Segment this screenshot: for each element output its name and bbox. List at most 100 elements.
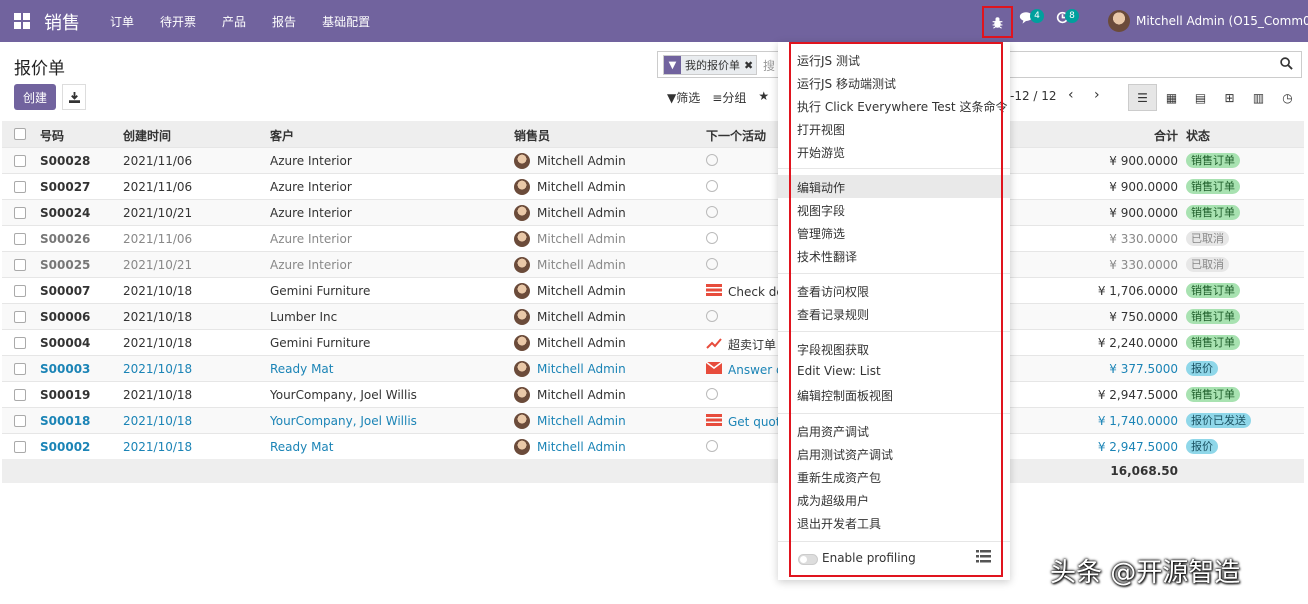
menu-to-invoice[interactable]: 待开票 bbox=[160, 13, 196, 30]
menu-reporting[interactable]: 报告 bbox=[272, 13, 296, 30]
col-salesperson[interactable]: 销售员 bbox=[514, 127, 550, 144]
clock-icon[interactable] bbox=[706, 440, 718, 452]
order-number: S00027 bbox=[40, 180, 91, 194]
debug-menu-item[interactable]: 重新生成资产包 bbox=[797, 469, 881, 486]
debug-menu-item[interactable]: 打开视图 bbox=[797, 121, 845, 138]
col-number[interactable]: 号码 bbox=[40, 127, 64, 144]
pager-previous-icon[interactable]: ‹ bbox=[1068, 87, 1074, 103]
list-icon[interactable] bbox=[706, 284, 722, 299]
col-created[interactable]: 创建时间 bbox=[123, 127, 171, 144]
row-checkbox[interactable] bbox=[14, 233, 26, 245]
pivot-view-icon[interactable]: ⊞ bbox=[1215, 84, 1244, 111]
clock-icon[interactable] bbox=[706, 154, 718, 166]
debug-menu-item[interactable]: 编辑动作 bbox=[797, 179, 845, 196]
facet-remove-icon[interactable]: ✖ bbox=[744, 59, 756, 72]
menu-configuration[interactable]: 基础配置 bbox=[322, 13, 370, 30]
clock-icon[interactable] bbox=[706, 206, 718, 218]
search-facet[interactable]: ▼ 我的报价单 ✖ bbox=[663, 55, 758, 75]
table-row[interactable]: S00027 2021/11/06 Azure Interior Mitchel… bbox=[2, 173, 1304, 199]
favorites-button[interactable]: ★ bbox=[758, 89, 769, 106]
total: ¥ 900.0000 bbox=[1109, 154, 1178, 168]
salesperson: Mitchell Admin bbox=[514, 257, 626, 273]
pager-next-icon[interactable]: › bbox=[1094, 87, 1100, 103]
table-row[interactable]: S00024 2021/10/21 Azure Interior Mitchel… bbox=[2, 199, 1304, 225]
list-icon[interactable] bbox=[976, 550, 991, 563]
order-number: S00024 bbox=[40, 206, 91, 220]
clock-icon[interactable] bbox=[706, 310, 718, 322]
debug-menu-item[interactable]: 技术性翻译 bbox=[797, 248, 857, 265]
status-badge: 已取消 bbox=[1186, 256, 1229, 272]
col-total[interactable]: 合计 bbox=[1002, 127, 1178, 144]
row-checkbox[interactable] bbox=[14, 337, 26, 349]
col-next-activity[interactable]: 下一个活动 bbox=[706, 127, 766, 144]
debug-menu-item[interactable]: 启用资产调试 bbox=[797, 423, 869, 440]
table-row[interactable]: S00004 2021/10/18 Gemini Furniture Mitch… bbox=[2, 329, 1304, 355]
profiling-toggle[interactable] bbox=[798, 554, 818, 565]
debug-bug-button[interactable] bbox=[982, 6, 1013, 38]
select-all-checkbox[interactable] bbox=[14, 128, 26, 140]
row-checkbox[interactable] bbox=[14, 415, 26, 427]
pager-value[interactable]: -12 / 12 bbox=[1010, 89, 1057, 103]
debug-menu-item[interactable]: 开始游览 bbox=[797, 144, 845, 161]
debug-menu-item[interactable]: 运行JS 测试 bbox=[797, 52, 860, 69]
list-view-icon[interactable]: ☰ bbox=[1128, 84, 1157, 111]
debug-menu-item[interactable]: Edit View: List bbox=[797, 364, 881, 378]
group-by-button[interactable]: ≡分组 bbox=[712, 89, 746, 106]
row-checkbox[interactable] bbox=[14, 259, 26, 271]
app-brand[interactable]: 销售 bbox=[44, 9, 80, 35]
clock-icon[interactable] bbox=[706, 232, 718, 244]
debug-menu-item[interactable]: 启用测试资产调试 bbox=[797, 446, 893, 463]
debug-menu-item[interactable]: 成为超级用户 bbox=[797, 492, 869, 509]
clock-icon[interactable] bbox=[706, 258, 718, 270]
chart-icon[interactable] bbox=[706, 337, 722, 352]
order-number: S00019 bbox=[40, 388, 91, 402]
debug-menu-item[interactable]: 退出开发者工具 bbox=[797, 515, 881, 532]
calendar-view-icon[interactable]: ▤ bbox=[1186, 84, 1215, 111]
search-icon[interactable] bbox=[1280, 57, 1293, 70]
table-row[interactable]: S00025 2021/10/21 Azure Interior Mitchel… bbox=[2, 251, 1304, 277]
debug-menu-item[interactable]: 字段视图获取 bbox=[797, 341, 869, 358]
table-row[interactable]: S00028 2021/11/06 Azure Interior Mitchel… bbox=[2, 147, 1304, 173]
created-date: 2021/10/18 bbox=[123, 310, 193, 324]
row-checkbox[interactable] bbox=[14, 311, 26, 323]
col-customer[interactable]: 客户 bbox=[270, 127, 294, 144]
debug-menu-item[interactable]: 编辑控制面板视图 bbox=[797, 387, 893, 404]
debug-menu-item[interactable]: 查看记录规则 bbox=[797, 306, 869, 323]
clock-icon[interactable] bbox=[706, 388, 718, 400]
table-row[interactable]: S00019 2021/10/18 YourCompany, Joel Will… bbox=[2, 381, 1304, 407]
clock-icon[interactable] bbox=[706, 180, 718, 192]
debug-menu-item[interactable]: 视图字段 bbox=[797, 202, 845, 219]
download-button[interactable] bbox=[62, 84, 86, 110]
list-icon[interactable] bbox=[706, 414, 722, 429]
envelope-icon[interactable] bbox=[706, 362, 722, 377]
graph-view-icon[interactable]: ▥ bbox=[1244, 84, 1273, 111]
menu-orders[interactable]: 订单 bbox=[110, 13, 134, 30]
debug-menu-item[interactable]: 管理筛选 bbox=[797, 225, 845, 242]
search-input[interactable]: 搜 bbox=[763, 57, 775, 74]
next-activity bbox=[706, 232, 718, 244]
row-checkbox[interactable] bbox=[14, 389, 26, 401]
filters-button[interactable]: ▼筛选 bbox=[667, 89, 700, 106]
activity-view-icon[interactable]: ◷ bbox=[1273, 84, 1302, 111]
debug-menu-item[interactable]: 执行 Click Everywhere Test 这条命令 bbox=[797, 98, 1007, 115]
create-button[interactable]: 创建 bbox=[14, 84, 56, 110]
row-checkbox[interactable] bbox=[14, 207, 26, 219]
row-checkbox[interactable] bbox=[14, 155, 26, 167]
debug-menu-item[interactable]: 运行JS 移动端测试 bbox=[797, 75, 896, 92]
table-row[interactable]: S00007 2021/10/18 Gemini Furniture Mitch… bbox=[2, 277, 1304, 303]
row-checkbox[interactable] bbox=[14, 441, 26, 453]
table-row[interactable]: S00003 2021/10/18 Ready Mat Mitchell Adm… bbox=[2, 355, 1304, 381]
debug-menu-item[interactable]: 查看访问权限 bbox=[797, 283, 869, 300]
row-checkbox[interactable] bbox=[14, 181, 26, 193]
row-checkbox[interactable] bbox=[14, 285, 26, 297]
user-menu[interactable]: Mitchell Admin (O15_Comm01) bbox=[1108, 10, 1308, 32]
table-row[interactable]: S00006 2021/10/18 Lumber Inc Mitchell Ad… bbox=[2, 303, 1304, 329]
menu-products[interactable]: 产品 bbox=[222, 13, 246, 30]
row-checkbox[interactable] bbox=[14, 363, 26, 375]
table-row[interactable]: S00002 2021/10/18 Ready Mat Mitchell Adm… bbox=[2, 433, 1304, 459]
table-row[interactable]: S00018 2021/10/18 YourCompany, Joel Will… bbox=[2, 407, 1304, 433]
col-status[interactable]: 状态 bbox=[1186, 127, 1210, 144]
apps-menu-icon[interactable] bbox=[14, 13, 30, 29]
kanban-view-icon[interactable]: ▦ bbox=[1157, 84, 1186, 111]
table-row[interactable]: S00026 2021/11/06 Azure Interior Mitchel… bbox=[2, 225, 1304, 251]
